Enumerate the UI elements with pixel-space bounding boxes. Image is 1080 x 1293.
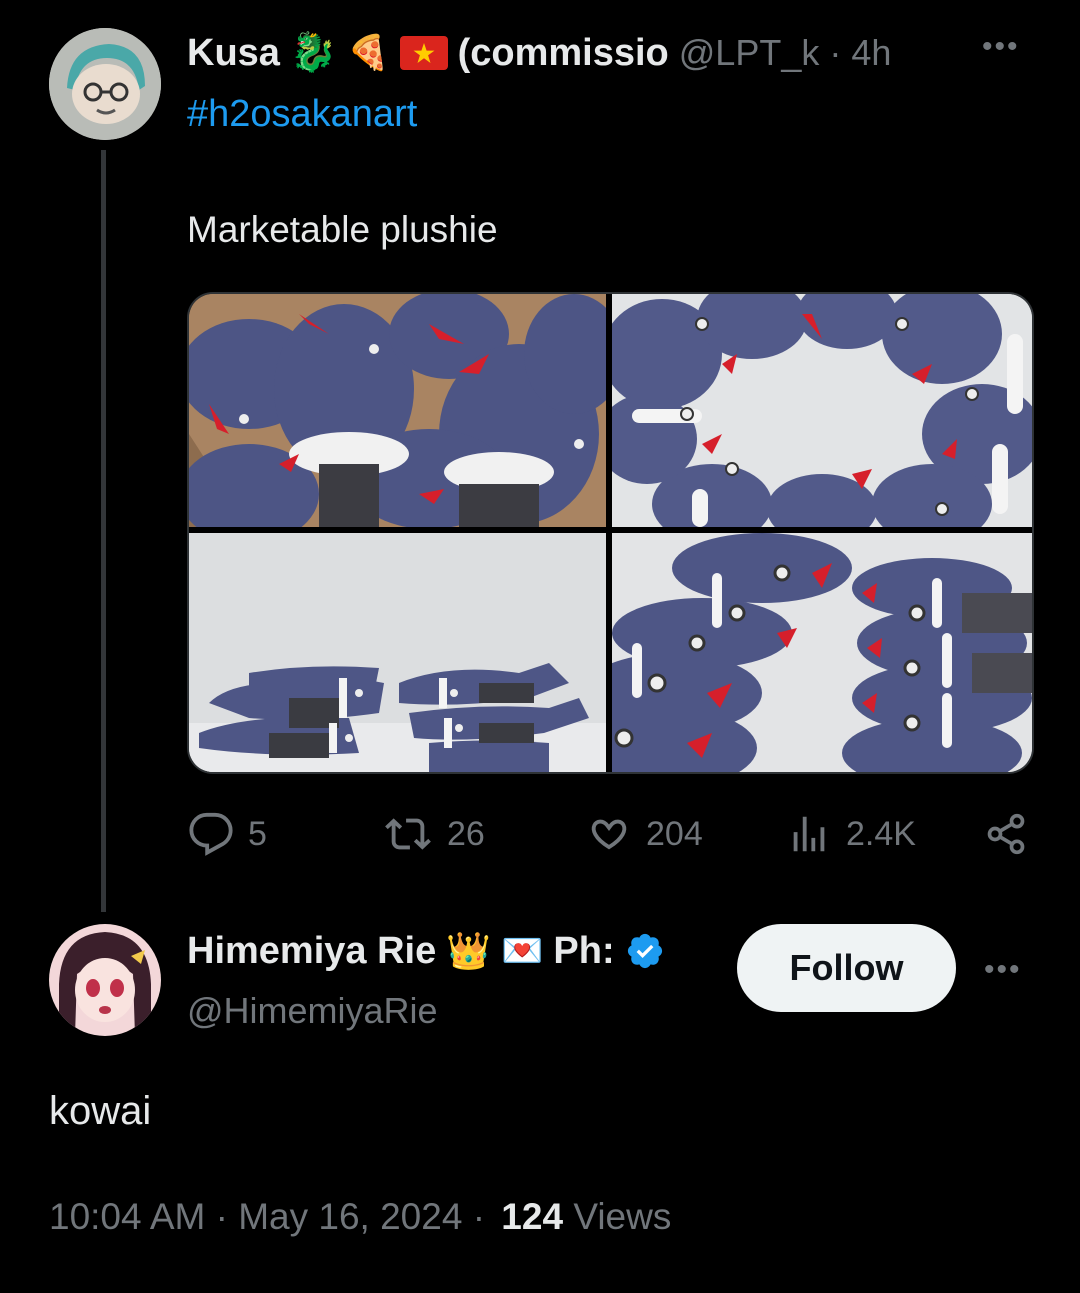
media-grid: [187, 292, 1034, 774]
retweet-action[interactable]: 26: [383, 806, 485, 862]
reply-more-icon[interactable]: •••: [984, 953, 1022, 987]
reply-action[interactable]: 5: [188, 806, 267, 862]
follow-button[interactable]: Follow: [737, 924, 956, 1012]
reply-author-name-suffix[interactable]: Ph:: [553, 930, 614, 973]
like-action[interactable]: 204: [586, 806, 703, 862]
views-icon: [793, 816, 825, 852]
tweet-time[interactable]: 4h: [851, 32, 891, 74]
author-name[interactable]: Kusa: [187, 32, 280, 75]
retweet-count: 26: [447, 814, 485, 853]
reply-author-handle[interactable]: @HimemiyaRie: [187, 990, 438, 1032]
thread-line: [101, 150, 106, 912]
media-image-2[interactable]: [612, 294, 1032, 527]
reply-meta: 10:04 AM · May 16, 2024 · 124 Views: [49, 1196, 671, 1238]
reply-author-name[interactable]: Himemiya Rie: [187, 930, 436, 973]
media-image-3[interactable]: [189, 533, 606, 772]
tweet-header: Kusa 🐉 🍕 (commissio @LPT_k · 4h: [187, 28, 891, 78]
separator-dot: ·: [829, 32, 842, 73]
author-avatar[interactable]: [49, 28, 161, 140]
reply-views-count: 124: [501, 1196, 564, 1237]
views-action[interactable]: 2.4K: [786, 806, 916, 862]
more-icon[interactable]: •••: [982, 30, 1020, 64]
views-count: 2.4K: [846, 814, 916, 853]
reply-views-label: Views: [573, 1196, 672, 1237]
reply-author-avatar[interactable]: [49, 924, 161, 1036]
reply-count: 5: [248, 814, 267, 853]
reply-timestamp[interactable]: 10:04 AM · May 16, 2024 ·: [49, 1196, 485, 1237]
share-icon: [987, 813, 1025, 855]
verified-icon: [627, 933, 662, 969]
dragon-emoji-icon: 🐉: [289, 32, 338, 74]
tweet-text: Marketable plushie: [187, 209, 498, 250]
reply-icon: [189, 812, 233, 856]
reply-text: kowai: [49, 1089, 152, 1133]
pizza-emoji-icon: 🍕: [347, 34, 390, 72]
share-action[interactable]: [984, 806, 1028, 862]
heart-icon: [591, 819, 627, 850]
media-image-1[interactable]: [189, 294, 606, 527]
retweet-icon: [385, 818, 431, 850]
reply-header: Himemiya Rie 👑 💌 Ph:: [187, 926, 665, 976]
author-name-suffix[interactable]: (commissio: [458, 32, 669, 75]
love-letter-emoji-icon: 💌: [501, 932, 544, 970]
vietnam-flag-icon: [399, 36, 448, 70]
media-image-4[interactable]: [612, 533, 1032, 772]
hashtag-link[interactable]: #h2osakanart: [187, 93, 417, 136]
crown-emoji-icon: 👑: [446, 930, 492, 971]
like-count: 204: [646, 814, 703, 853]
author-handle[interactable]: @LPT_k: [679, 32, 820, 74]
